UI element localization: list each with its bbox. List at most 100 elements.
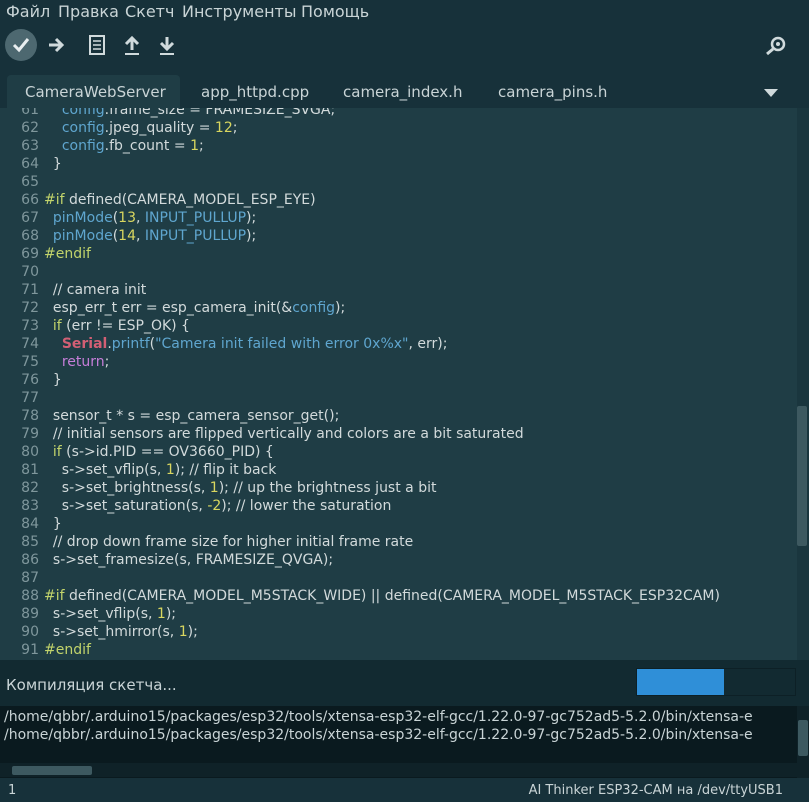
- line-number: 88: [21, 588, 39, 604]
- code-line: // initial sensors are flipped verticall…: [44, 426, 524, 442]
- line-number: 62: [21, 120, 39, 136]
- console-horizontal-scrollbar[interactable]: [0, 763, 797, 777]
- line-number: 80: [21, 444, 39, 460]
- line-number: 90: [21, 624, 39, 640]
- tab-menu-button[interactable]: [764, 83, 778, 102]
- code-line: }: [44, 516, 62, 532]
- save-button[interactable]: [152, 30, 182, 60]
- menu-sketch[interactable]: Скетч: [125, 2, 174, 21]
- line-number: 75: [21, 354, 39, 370]
- line-number: 79: [21, 426, 39, 442]
- tab-app-httpd[interactable]: app_httpd.cpp: [201, 75, 309, 108]
- arrow-down-icon: [159, 37, 175, 55]
- line-number: 86: [21, 552, 39, 568]
- code-line: }: [44, 156, 62, 172]
- line-number: 71: [21, 282, 39, 298]
- line-number: 74: [21, 336, 39, 352]
- line-number: 83: [21, 498, 39, 514]
- tab-camera-index[interactable]: camera_index.h: [343, 75, 462, 108]
- board-port-info: AI Thinker ESP32-CAM на /dev/ttyUSB1: [528, 783, 783, 798]
- toolbar: [0, 24, 809, 70]
- code-line: if (err != ESP_OK) {: [52, 318, 190, 334]
- menu-help[interactable]: Помощь: [301, 2, 369, 21]
- code-line: #endif: [44, 642, 91, 658]
- line-number: 91: [21, 642, 39, 658]
- upload-button[interactable]: [41, 30, 71, 60]
- editor-vertical-scrollbar[interactable]: [797, 108, 809, 660]
- line-number: 72: [21, 300, 39, 316]
- line-number: 84: [21, 516, 39, 532]
- code-line: s->set_vflip(s, 1); // flip it back: [44, 462, 277, 478]
- code-line: sensor_t * s = esp_camera_sensor_get();: [44, 408, 340, 424]
- current-line-number: 1: [8, 783, 17, 798]
- line-number: 81: [21, 462, 39, 478]
- line-number: 85: [21, 534, 39, 550]
- status-message: Компиляция скетча...: [6, 676, 177, 694]
- scrollbar-thumb[interactable]: [797, 406, 807, 546]
- tab-bar: CameraWebServer app_httpd.cpp camera_ind…: [0, 70, 809, 108]
- code-line: // camera init: [44, 282, 147, 298]
- magnifier-icon: [766, 36, 786, 56]
- document-icon: [89, 35, 105, 55]
- menu-bar: Файл Правка Скетч Инструменты Помощь: [0, 0, 809, 24]
- code-line: config.fb_count = 1;: [61, 138, 204, 154]
- line-number: 64: [21, 156, 39, 172]
- code-line: return;: [61, 354, 110, 370]
- line-number: 82: [21, 480, 39, 496]
- code-line: esp_err_t err = esp_camera_init(&config)…: [44, 300, 346, 316]
- line-number: 70: [21, 264, 39, 280]
- tab-camerawebserver[interactable]: CameraWebServer: [7, 75, 180, 108]
- verify-button[interactable]: [5, 29, 37, 61]
- code-line: #endif: [44, 246, 91, 262]
- arrow-right-icon: [49, 37, 65, 53]
- line-number: 67: [21, 210, 39, 226]
- menu-file[interactable]: Файл: [6, 2, 50, 21]
- progress-fill: [637, 669, 724, 695]
- serial-monitor-button[interactable]: [762, 30, 792, 60]
- code-line: s->set_saturation(s, -2); // lower the s…: [44, 498, 392, 514]
- line-number: 66: [21, 192, 39, 208]
- compile-progress-bar: [636, 668, 796, 696]
- code-editor[interactable]: 61 62 63 64 65 66 67 68 69 70 71 72 73 7…: [0, 108, 809, 660]
- footer-bar: 1 AI Thinker ESP32-CAM на /dev/ttyUSB1: [0, 778, 809, 802]
- code-line: config.frame_size = FRAMESIZE_SVGA;: [61, 108, 336, 118]
- code-line: #if defined(CAMERA_MODEL_ESP_EYE): [44, 192, 316, 208]
- scrollbar-thumb[interactable]: [798, 720, 808, 756]
- line-number: 76: [21, 372, 39, 388]
- line-number: 78: [21, 408, 39, 424]
- code-line: #if defined(CAMERA_MODEL_M5STACK_WIDE) |…: [44, 588, 720, 604]
- line-number-gutter: 61 62 63 64 65 66 67 68 69 70 71 72 73 7…: [0, 108, 42, 660]
- code-line: s->set_vflip(s, 1);: [44, 606, 177, 622]
- line-number: 63: [21, 138, 39, 154]
- line-number: 68: [21, 228, 39, 244]
- open-button[interactable]: [117, 30, 147, 60]
- scrollbar-thumb[interactable]: [12, 766, 92, 775]
- code-line: // drop down frame size for higher initi…: [44, 534, 414, 550]
- console-line: /home/qbbr/.arduino15/packages/esp32/too…: [4, 709, 753, 725]
- line-number: 69: [21, 246, 39, 262]
- menu-edit[interactable]: Правка: [58, 2, 119, 21]
- check-icon: [12, 38, 30, 53]
- code-line: if (s->id.PID == OV3660_PID) {: [52, 444, 274, 460]
- console-vertical-scrollbar[interactable]: [797, 706, 809, 778]
- code-line: s->set_framesize(s, FRAMESIZE_QVGA);: [44, 552, 334, 568]
- code-line: s->set_hmirror(s, 1);: [44, 624, 198, 640]
- line-number: 73: [21, 318, 39, 334]
- code-line: pinMode(13, INPUT_PULLUP);: [52, 210, 257, 226]
- line-number: 89: [21, 606, 39, 622]
- arrow-up-icon: [124, 35, 140, 55]
- console-line: /home/qbbr/.arduino15/packages/esp32/too…: [4, 727, 753, 743]
- menu-tools[interactable]: Инструменты: [182, 2, 297, 21]
- code-line: config.jpeg_quality = 12;: [61, 120, 238, 136]
- code-line: s->set_brightness(s, 1); // up the brigh…: [44, 480, 437, 496]
- chevron-down-icon: [764, 89, 778, 97]
- line-number: 77: [21, 390, 39, 406]
- new-button[interactable]: [82, 30, 112, 60]
- code-line: }: [44, 372, 62, 388]
- line-number: 65: [21, 174, 39, 190]
- tab-camera-pins[interactable]: camera_pins.h: [498, 75, 607, 108]
- line-number: 87: [21, 570, 39, 586]
- line-number: 61: [21, 108, 39, 118]
- code-line: Serial.printf("Camera init failed with e…: [61, 336, 448, 352]
- code-line: pinMode(14, INPUT_PULLUP);: [52, 228, 257, 244]
